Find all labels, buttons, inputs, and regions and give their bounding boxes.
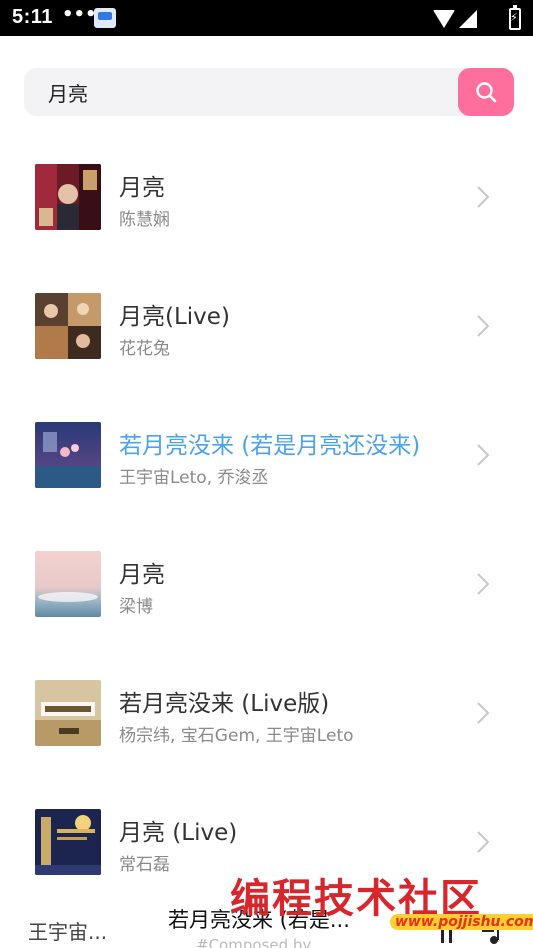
song-title: 月亮(Live) — [119, 304, 230, 330]
chevron-right-icon — [477, 573, 490, 595]
album-cover — [35, 293, 101, 359]
wifi-icon — [433, 10, 455, 28]
pause-button[interactable] — [440, 925, 454, 943]
song-artist: 梁博 — [119, 597, 153, 617]
album-cover — [35, 164, 101, 230]
app-notification-icon — [94, 8, 116, 28]
playlist-icon[interactable] — [482, 921, 504, 945]
song-title: 若月亮没来 (若是月亮还没来) — [119, 433, 421, 459]
player-title: 若月亮没来 (若是... — [168, 908, 350, 932]
album-cover — [35, 551, 101, 617]
battery-charging-icon — [509, 5, 521, 30]
song-title: 月亮 — [119, 175, 165, 201]
album-cover — [35, 422, 101, 488]
chevron-right-icon — [477, 186, 490, 208]
song-item[interactable]: 月亮 (Live) 常石磊 — [0, 775, 533, 904]
song-title: 月亮 (Live) — [119, 820, 238, 846]
song-artist: 常石磊 — [119, 855, 170, 875]
signal-icon — [459, 10, 477, 28]
chevron-right-icon — [477, 315, 490, 337]
song-item-active[interactable]: 若月亮没来 (若是月亮还没来) 王宇宙Leto, 乔浚丞 — [0, 388, 533, 517]
chevron-right-icon — [477, 831, 490, 853]
song-item[interactable]: 月亮(Live) 花花兔 — [0, 259, 533, 388]
song-item[interactable]: 若月亮没来 (Live版) 杨宗纬, 宝石Gem, 王宇宙Leto — [0, 646, 533, 775]
status-bar: 5:11 ••• — [0, 0, 533, 36]
search-icon — [476, 82, 497, 103]
album-cover — [35, 809, 101, 875]
song-item[interactable]: 月亮 梁博 — [0, 517, 533, 646]
search-bar — [24, 68, 514, 116]
album-cover — [35, 680, 101, 746]
notification-dots-icon: ••• — [62, 4, 97, 25]
song-artist: 杨宗纬, 宝石Gem, 王宇宙Leto — [119, 726, 354, 746]
player-artist: 王宇宙... — [28, 920, 108, 944]
player-subtitle: #Composed by — [196, 936, 312, 948]
search-button[interactable] — [458, 68, 514, 116]
chevron-right-icon — [477, 702, 490, 724]
song-artist: 王宇宙Leto, 乔浚丞 — [119, 468, 269, 488]
system-icons — [433, 5, 521, 30]
song-artist: 陈慧娴 — [119, 210, 170, 230]
song-title: 月亮 — [119, 562, 165, 588]
song-artist: 花花兔 — [119, 339, 170, 359]
song-title: 若月亮没来 (Live版) — [119, 691, 330, 717]
song-item[interactable]: 月亮 陈慧娴 — [0, 130, 533, 259]
search-input[interactable] — [48, 68, 458, 116]
chevron-right-icon — [477, 444, 490, 466]
status-time: 5:11 — [12, 6, 53, 28]
